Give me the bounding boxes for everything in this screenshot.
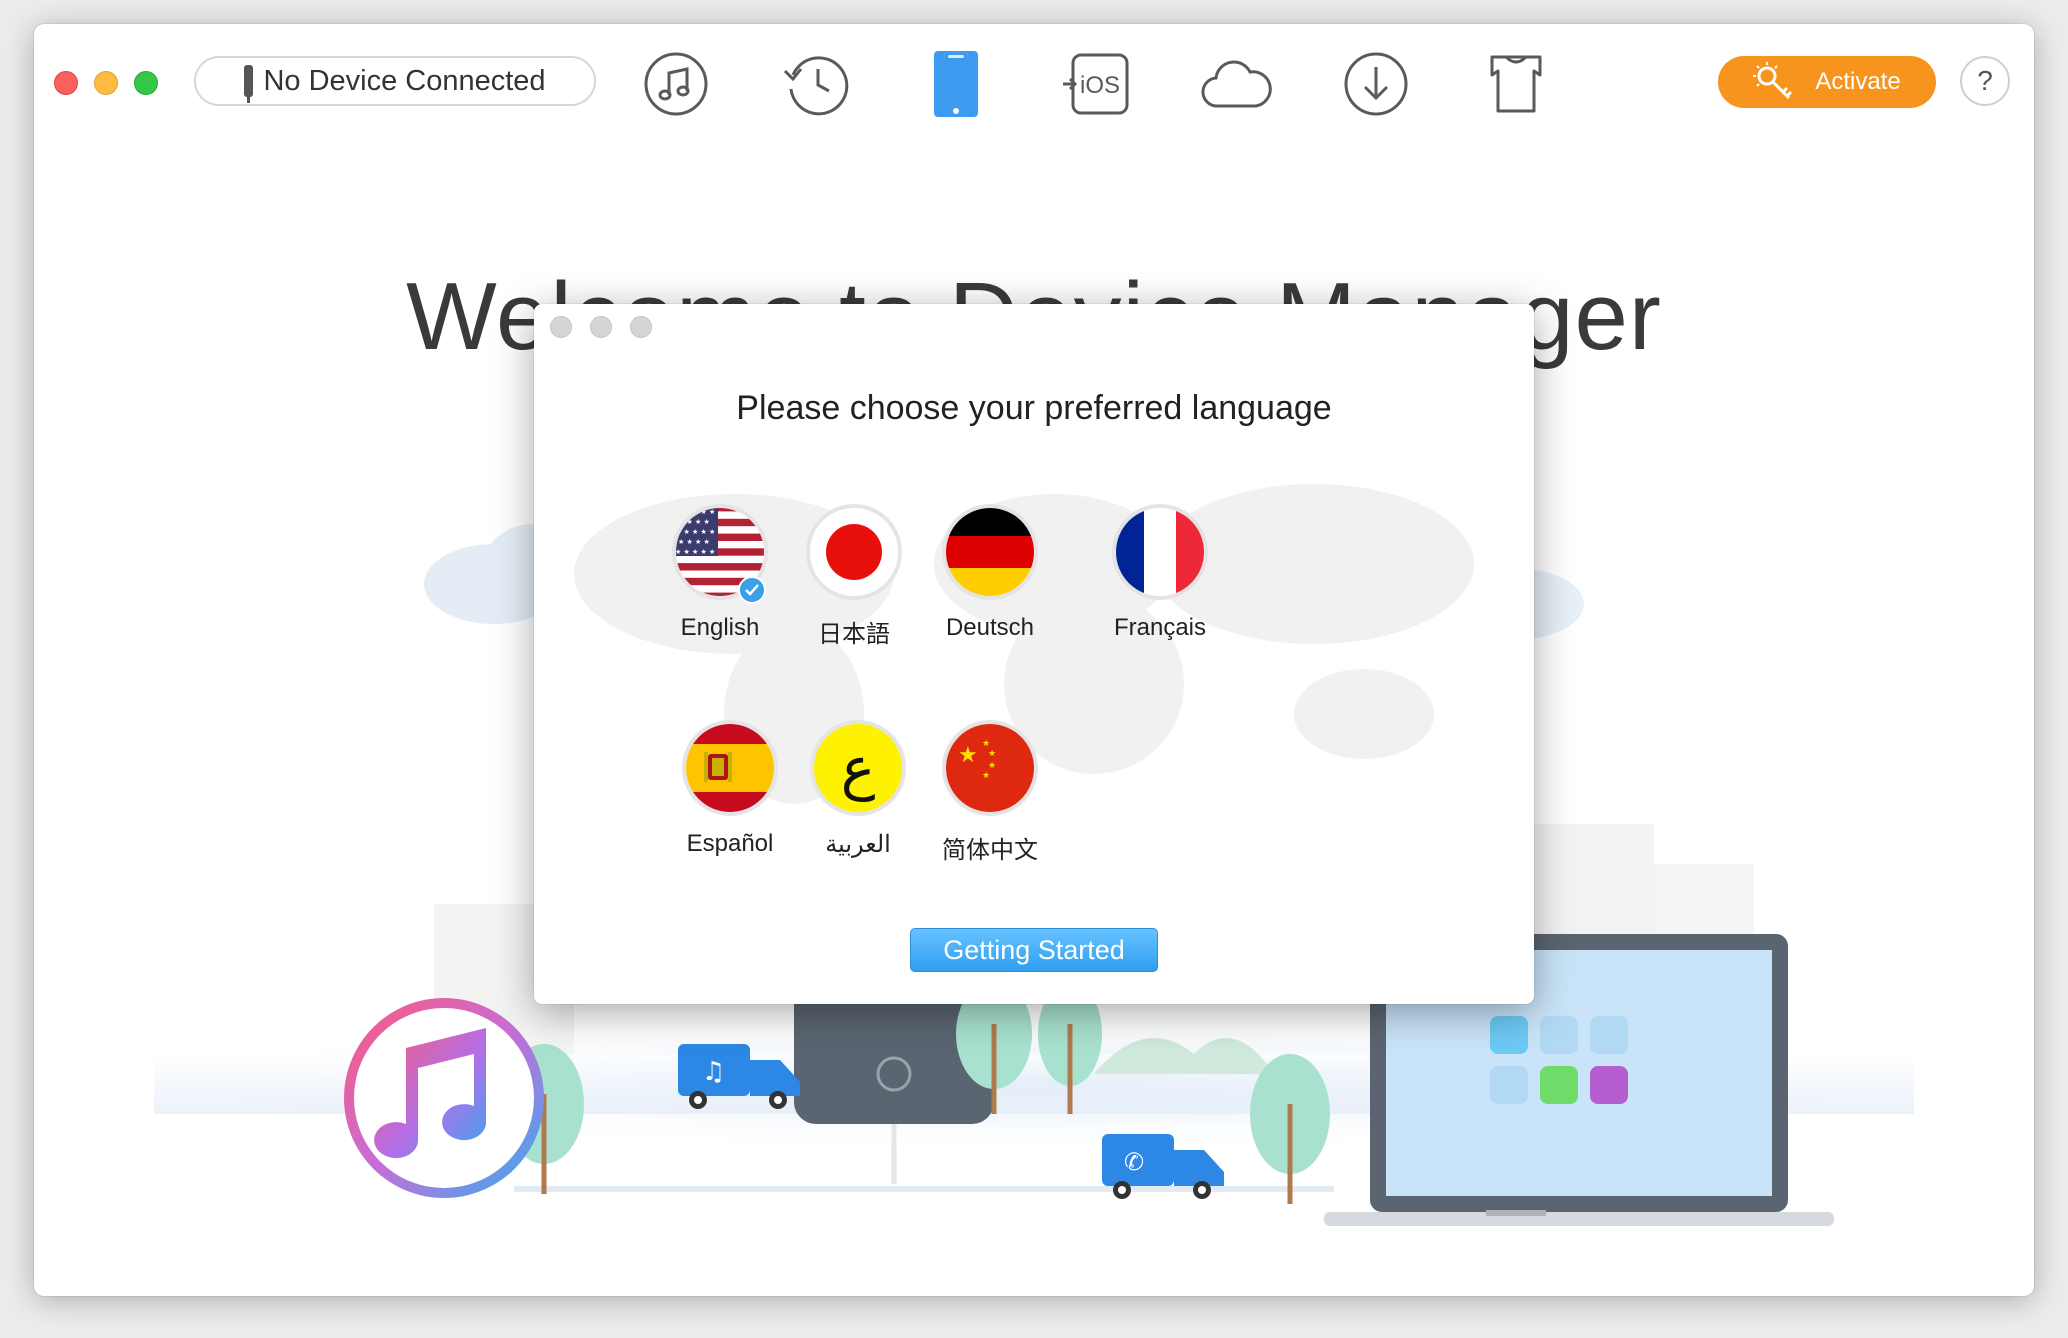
- activate-label: Activate: [1815, 68, 1901, 95]
- china-flag-icon: ★ ★ ★ ★ ★: [942, 720, 1038, 816]
- itunes-logo: [344, 998, 544, 1198]
- key-icon: [1753, 62, 1793, 100]
- language-option-chinese[interactable]: ★ ★ ★ ★ ★ 简体中文: [910, 720, 1070, 865]
- svg-text:★: ★: [982, 771, 990, 781]
- dialog-close-button[interactable]: [550, 316, 572, 338]
- svg-text:★: ★: [982, 739, 990, 749]
- svg-text:✆: ✆: [1124, 1148, 1144, 1176]
- music-icon[interactable]: [640, 48, 712, 120]
- spain-flag-icon: [682, 720, 778, 816]
- svg-text:♫: ♫: [702, 1057, 725, 1087]
- device-icon[interactable]: [920, 48, 992, 120]
- svg-text:★: ★: [958, 743, 978, 768]
- language-label: 简体中文: [942, 837, 1038, 864]
- window-minimize-button[interactable]: [94, 71, 118, 95]
- window-close-button[interactable]: [54, 71, 78, 95]
- ios-icon-text: iOS: [1080, 72, 1120, 99]
- arabic-glyph: ع: [840, 734, 876, 802]
- svg-text:★ ★ ★ ★ ★: ★ ★ ★ ★ ★: [675, 508, 715, 516]
- help-button[interactable]: ?: [1960, 56, 2010, 106]
- device-status-label: No Device Connected: [263, 64, 546, 97]
- device-selector[interactable]: No Device Connected: [194, 56, 596, 106]
- activate-button[interactable]: Activate: [1718, 56, 1936, 108]
- app-window: ♫ ✆ No Device Connected iOS Activate ? P…: [34, 24, 2034, 1296]
- germany-flag-icon: [942, 504, 1038, 600]
- cloud-icon[interactable]: [1200, 48, 1272, 120]
- history-icon[interactable]: [780, 48, 852, 120]
- japan-flag-icon: [806, 504, 902, 600]
- france-flag-icon: [1112, 504, 1208, 600]
- svg-text:★: ★: [988, 749, 996, 759]
- cable-icon: [244, 65, 254, 103]
- selected-check-icon: [738, 576, 766, 604]
- language-dialog: Please choose your preferred language ★ …: [534, 304, 1534, 1004]
- window-maximize-button[interactable]: [134, 71, 158, 95]
- svg-text:★ ★ ★ ★ ★: ★ ★ ★ ★ ★: [675, 528, 715, 536]
- dialog-maximize-button[interactable]: [630, 316, 652, 338]
- svg-text:★ ★ ★ ★ ★: ★ ★ ★ ★ ★: [675, 548, 715, 556]
- svg-text:★ ★ ★ ★: ★ ★ ★ ★: [678, 538, 710, 546]
- skin-icon[interactable]: [1480, 48, 1552, 120]
- dialog-minimize-button[interactable]: [590, 316, 612, 338]
- ios-transfer-icon[interactable]: iOS: [1060, 48, 1132, 120]
- arabic-letter-icon: ع: [810, 720, 906, 816]
- dialog-title: Please choose your preferred language: [736, 389, 1332, 427]
- language-label: Français: [1113, 614, 1207, 641]
- language-option-french[interactable]: Français: [1080, 504, 1240, 642]
- getting-started-button[interactable]: Getting Started: [910, 928, 1158, 972]
- download-icon[interactable]: [1340, 48, 1412, 120]
- language-label: Deutsch: [945, 614, 1035, 641]
- svg-text:★: ★: [988, 761, 996, 771]
- svg-text:★ ★ ★ ★: ★ ★ ★ ★: [678, 518, 710, 526]
- language-option-german[interactable]: Deutsch: [910, 504, 1070, 642]
